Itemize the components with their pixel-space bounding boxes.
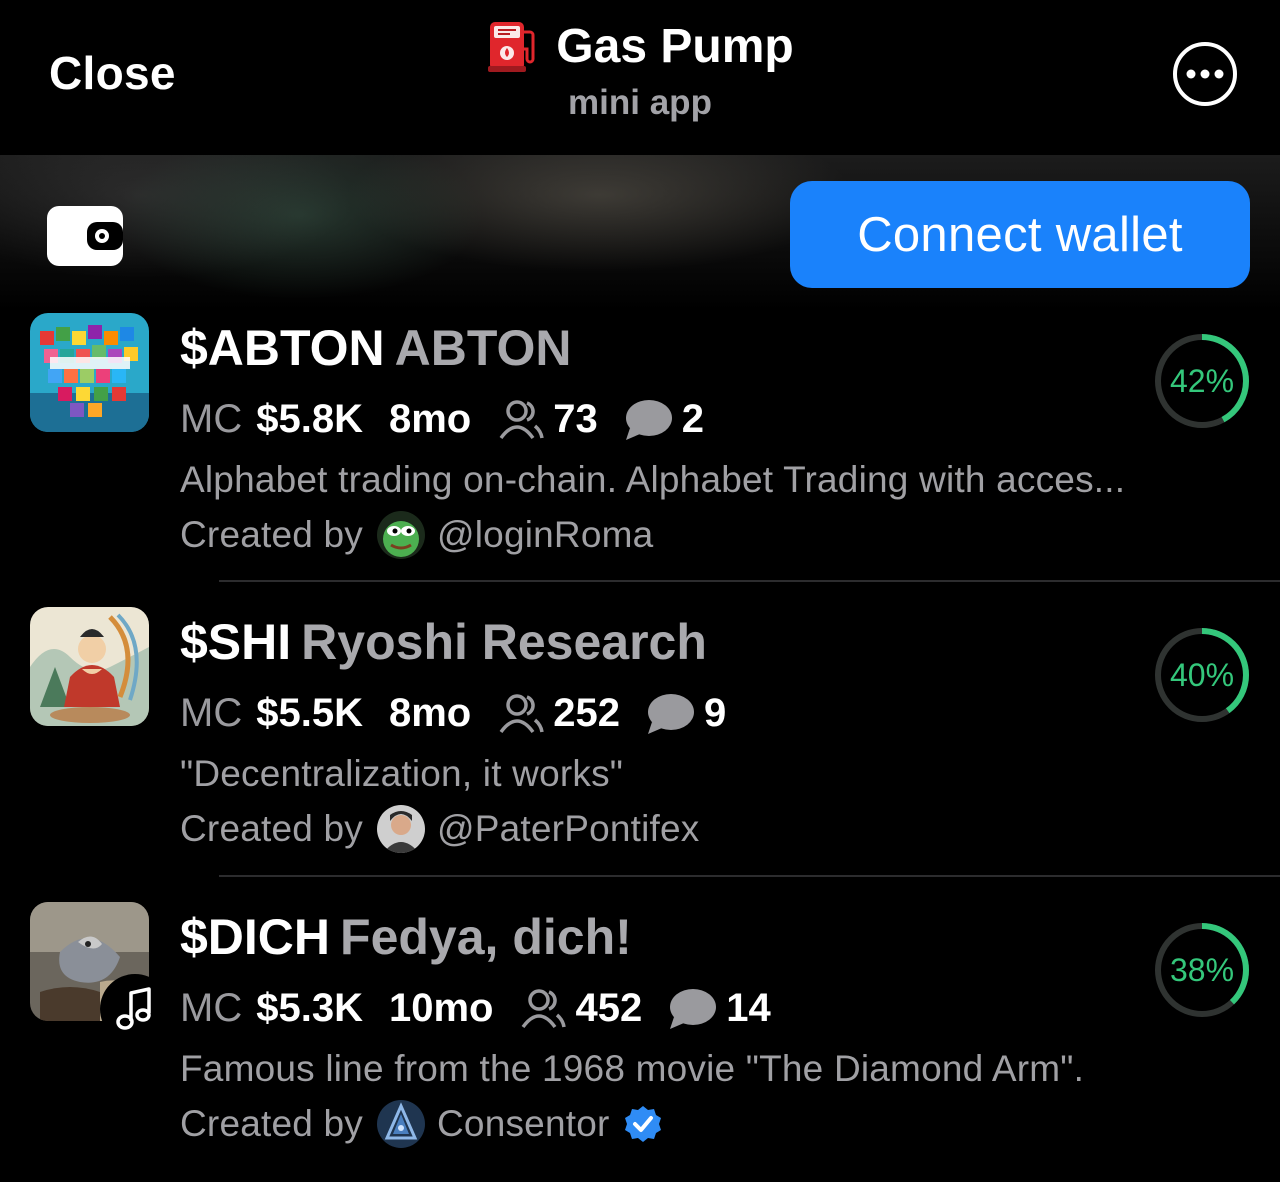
creator-handle[interactable]: @loginRoma — [437, 514, 653, 556]
mc-label: MC — [180, 691, 243, 735]
top-bar: Close Gas Pump mini app — [0, 0, 1280, 155]
holders-icon — [497, 692, 545, 736]
mc-label: MC — [180, 397, 243, 441]
created-by-label: Created by — [180, 808, 363, 849]
row-divider — [219, 580, 1280, 582]
token-name: ABTON — [394, 320, 572, 376]
token-description: "Decentralization, it works" — [180, 753, 624, 794]
creator-avatar — [377, 805, 425, 853]
fuel-pump-icon — [486, 18, 538, 74]
token-age: 8mo — [388, 397, 472, 441]
token-name: Ryoshi Research — [301, 614, 707, 670]
mc-label: MC — [180, 986, 243, 1030]
progress-label: 42% — [1169, 362, 1235, 399]
market-cap: $5.3K — [256, 986, 363, 1030]
music-note-icon — [115, 987, 155, 1031]
comments-count: 14 — [726, 986, 771, 1030]
token-title: $DICH Fedya, dich! — [180, 908, 632, 966]
wallet-bar: Connect wallet — [0, 155, 1280, 310]
creator-avatar — [377, 511, 425, 559]
comments-count: 2 — [681, 397, 704, 441]
created-by-label: Created by — [180, 514, 363, 555]
wallet-icon[interactable] — [47, 206, 123, 266]
row-divider — [219, 875, 1280, 877]
token-ticker: $SHI — [180, 614, 292, 670]
music-note-badge — [100, 974, 170, 1044]
token-row[interactable]: $ABTON ABTON MC $5.8K 8mo 73 2 Alphabet t… — [0, 313, 1280, 593]
app-subtitle: mini app — [568, 83, 712, 122]
token-ticker: $ABTON — [180, 320, 385, 376]
creator-handle[interactable]: @PaterPontifex — [437, 808, 700, 850]
holders-icon — [519, 987, 567, 1031]
verified-badge-icon — [624, 1105, 662, 1143]
more-options-button[interactable] — [1173, 42, 1237, 106]
created-by-label: Created by — [180, 1103, 363, 1144]
token-image — [30, 313, 149, 432]
token-stats: MC $5.8K 8mo 73 2 — [180, 397, 704, 442]
comments-icon — [646, 692, 696, 736]
creator-line: Created by Consentor — [180, 1100, 662, 1148]
holders-count: 252 — [553, 691, 620, 735]
token-stats: MC $5.3K 10mo 452 14 — [180, 986, 771, 1031]
token-title: $SHI Ryoshi Research — [180, 613, 707, 671]
token-title: $ABTON ABTON — [180, 319, 572, 377]
bonding-progress-ring: 40% — [1154, 627, 1250, 723]
creator-line: Created by @PaterPontifex — [180, 805, 700, 853]
token-age: 8mo — [388, 691, 472, 735]
bonding-progress-ring: 42% — [1154, 333, 1250, 429]
connect-wallet-button[interactable]: Connect wallet — [790, 181, 1250, 288]
app-title: Gas Pump — [556, 19, 794, 73]
market-cap: $5.8K — [256, 397, 363, 441]
token-age: 10mo — [388, 986, 494, 1030]
creator-avatar — [377, 1100, 425, 1148]
token-row[interactable]: $SHI Ryoshi Research MC $5.5K 8mo 252 9 "… — [0, 607, 1280, 887]
holders-count: 452 — [575, 986, 643, 1030]
token-name: Fedya, dich! — [340, 909, 632, 965]
progress-label: 38% — [1169, 951, 1235, 988]
market-cap: $5.5K — [256, 691, 363, 735]
comments-icon — [668, 987, 718, 1031]
comments-icon — [624, 398, 674, 442]
progress-label: 40% — [1169, 656, 1235, 693]
token-row[interactable]: $DICH Fedya, dich! MC $5.3K 10mo 452 14 F… — [0, 902, 1280, 1182]
creator-handle[interactable]: Consentor — [437, 1103, 610, 1145]
token-description: Famous line from the 1968 movie "The Dia… — [180, 1048, 1085, 1089]
comments-count: 9 — [703, 691, 727, 735]
bonding-progress-ring: 38% — [1154, 922, 1250, 1018]
token-description: Alphabet trading on-chain. Alphabet Trad… — [180, 459, 1126, 500]
title-block: Gas Pump mini app — [0, 18, 1280, 123]
holders-icon — [497, 398, 545, 442]
ellipsis-icon — [1185, 68, 1225, 80]
token-image — [30, 607, 149, 726]
holders-count: 73 — [553, 397, 598, 441]
creator-line: Created by @loginRoma — [180, 511, 653, 559]
token-stats: MC $5.5K 8mo 252 9 — [180, 691, 726, 736]
token-ticker: $DICH — [180, 909, 331, 965]
